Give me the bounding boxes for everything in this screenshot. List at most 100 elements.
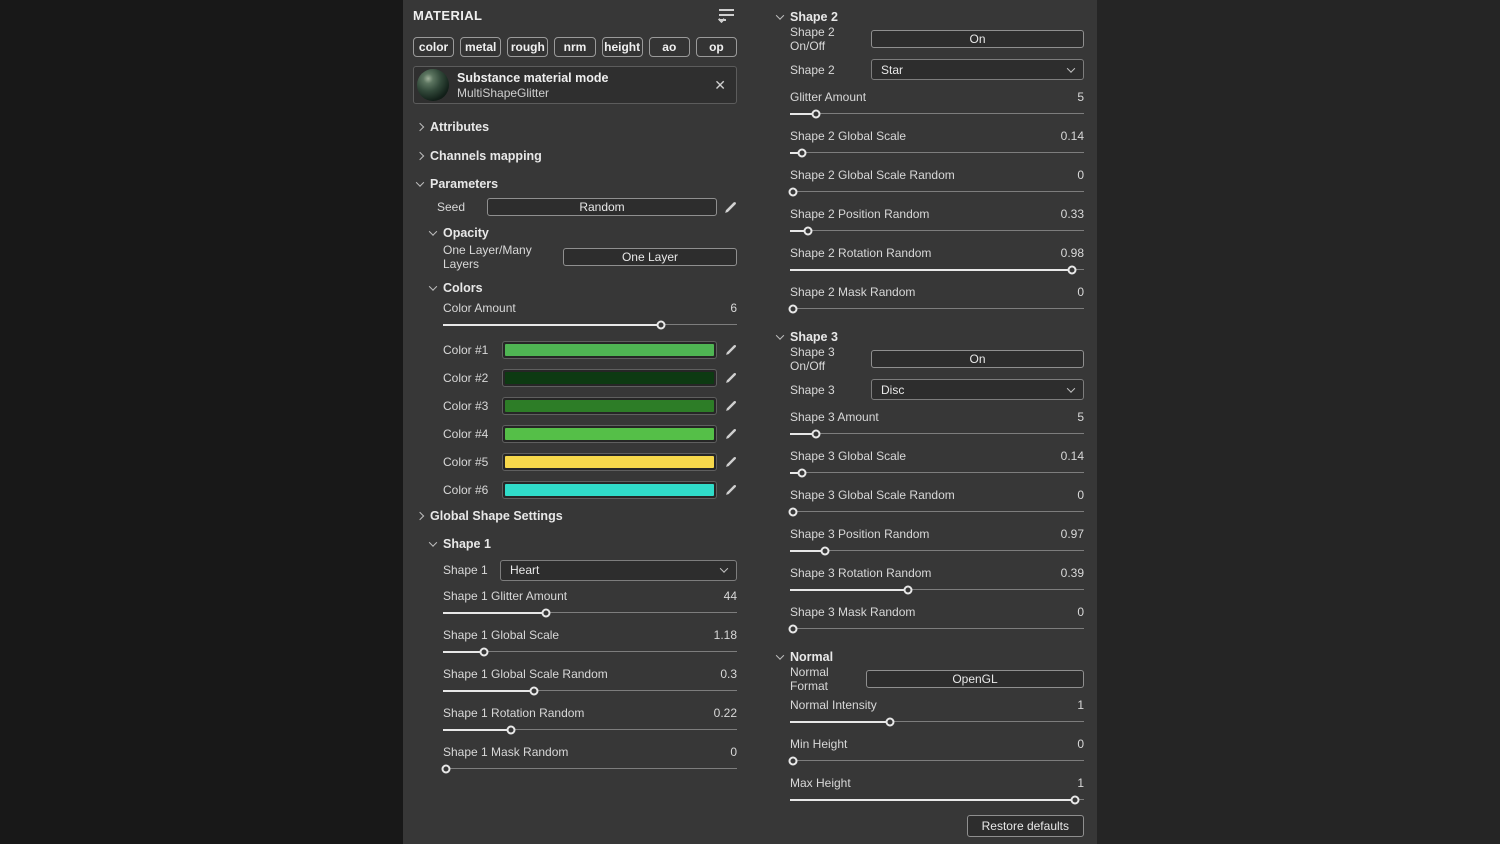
slider-track [790,308,1084,309]
channel-button-metal[interactable]: metal [460,37,501,57]
slider-handle[interactable] [788,508,797,517]
slider-handle[interactable] [821,547,830,556]
close-icon[interactable]: ✕ [714,78,726,92]
slider-handle[interactable] [903,586,912,595]
pencil-icon[interactable] [724,201,737,214]
section-label: Parameters [430,177,498,191]
shape-2-global-scale-param: Shape 2 Global Scale0.14 [790,129,1084,161]
slider-handle[interactable] [656,321,665,330]
slider-handle[interactable] [797,149,806,158]
shape-1-mask-random-slider[interactable] [443,761,737,777]
eyedropper-icon[interactable] [725,372,737,384]
color-4-swatch[interactable] [502,425,717,443]
section-colors[interactable]: Colors [430,281,737,295]
shape-3-global-scale-slider[interactable] [790,465,1084,481]
section-channels-mapping[interactable]: Channels mapping [417,149,737,163]
channel-button-rough[interactable]: rough [507,37,548,57]
shape-1-global-scale-random-slider[interactable] [443,683,737,699]
shape-2-global-scale-slider[interactable] [790,145,1084,161]
shape-2-dropdown[interactable]: Star [871,59,1084,80]
seed-random-button[interactable]: Random [487,198,717,216]
color-amount-slider[interactable] [443,317,737,333]
shape-2-rotation-random-param: Shape 2 Rotation Random0.98 [790,246,1084,278]
slider-handle[interactable] [1068,266,1077,275]
channel-button-ao[interactable]: ao [649,37,690,57]
slider-handle[interactable] [541,609,550,618]
section-parameters[interactable]: Parameters [417,177,737,191]
shape-2-onoff-button[interactable]: On [871,30,1084,48]
section-opacity[interactable]: Opacity [430,226,737,240]
shape-3-rotation-random-slider[interactable] [790,582,1084,598]
eyedropper-icon[interactable] [725,456,737,468]
shape-3-position-random-slider[interactable] [790,543,1084,559]
section-global-shape-settings[interactable]: Global Shape Settings [417,509,737,523]
section-shape-3[interactable]: Shape 3 [777,330,1084,344]
max-height-slider[interactable] [790,792,1084,808]
shape-3-onoff-button[interactable]: On [871,350,1084,368]
section-label: Colors [443,281,483,295]
shape-3-dropdown[interactable]: Disc [871,379,1084,400]
channel-button-nrm[interactable]: nrm [554,37,595,57]
eyedropper-icon[interactable] [725,484,737,496]
section-shape-2[interactable]: Shape 2 [777,10,1084,24]
slider-handle[interactable] [788,305,797,314]
shape-2-position-random-slider[interactable] [790,223,1084,239]
normal-format-label: Normal Format [790,665,866,693]
shape-2-label: Shape 2 [790,63,871,77]
slider-handle[interactable] [788,757,797,766]
sort-menu-icon[interactable] [719,8,737,22]
shape-1-glitter-amount-slider[interactable] [443,605,737,621]
section-normal[interactable]: Normal [777,650,1084,664]
min-height-slider[interactable] [790,753,1084,769]
glitter-amount-slider[interactable] [790,106,1084,122]
shape-1-rotation-random-slider[interactable] [443,722,737,738]
shape-3-amount-value: 5 [1077,410,1084,426]
channel-button-height[interactable]: height [602,37,643,57]
color-3-swatch[interactable] [502,397,717,415]
slider-handle[interactable] [803,227,812,236]
restore-defaults-button[interactable]: Restore defaults [967,815,1084,837]
color-amount-param: Color Amount6 [443,301,737,333]
slider-handle[interactable] [812,110,821,119]
slider-handle[interactable] [441,765,450,774]
color-2-swatch[interactable] [502,369,717,387]
section-label: Shape 3 [790,330,838,344]
one-layer-button[interactable]: One Layer [563,248,737,266]
slider-handle[interactable] [788,625,797,634]
color-swatch-fill [505,372,714,384]
slider-track [790,230,1084,231]
slider-handle[interactable] [506,726,515,735]
shape-2-mask-random-slider[interactable] [790,301,1084,317]
shape-3-mask-random-slider[interactable] [790,621,1084,637]
section-shape-1[interactable]: Shape 1 [430,537,737,551]
shape-2-rotation-random-slider[interactable] [790,262,1084,278]
shape-1-dropdown[interactable]: Heart [500,560,737,581]
eyedropper-icon[interactable] [725,344,737,356]
section-attributes[interactable]: Attributes [417,120,737,134]
slider-handle[interactable] [480,648,489,657]
color-1-swatch[interactable] [502,341,717,359]
slider-handle[interactable] [797,469,806,478]
material-panel: MATERIAL colormetalroughnrmheightaoop Su… [403,0,1097,844]
color-swatch-list: Color #1Color #2Color #3Color #4Color #5… [443,341,737,499]
shape-3-global-scale-random-value: 0 [1077,488,1084,504]
shape-2-global-scale-random-slider[interactable] [790,184,1084,200]
slider-handle[interactable] [788,188,797,197]
channel-button-color[interactable]: color [413,37,454,57]
one-layer-row: One Layer/Many Layers One Layer [443,248,737,266]
shape-3-global-scale-random-slider[interactable] [790,504,1084,520]
channel-button-op[interactable]: op [696,37,737,57]
slider-handle[interactable] [885,718,894,727]
slider-handle[interactable] [1071,796,1080,805]
normal-format-button[interactable]: OpenGL [866,670,1084,688]
shape-1-global-scale-slider[interactable] [443,644,737,660]
eyedropper-icon[interactable] [725,428,737,440]
eyedropper-icon[interactable] [725,400,737,412]
shape-3-amount-slider[interactable] [790,426,1084,442]
slider-handle[interactable] [530,687,539,696]
color-6-swatch[interactable] [502,481,717,499]
color-5-swatch[interactable] [502,453,717,471]
material-card[interactable]: Substance material mode MultiShapeGlitte… [413,66,737,104]
normal-intensity-slider[interactable] [790,714,1084,730]
slider-handle[interactable] [812,430,821,439]
